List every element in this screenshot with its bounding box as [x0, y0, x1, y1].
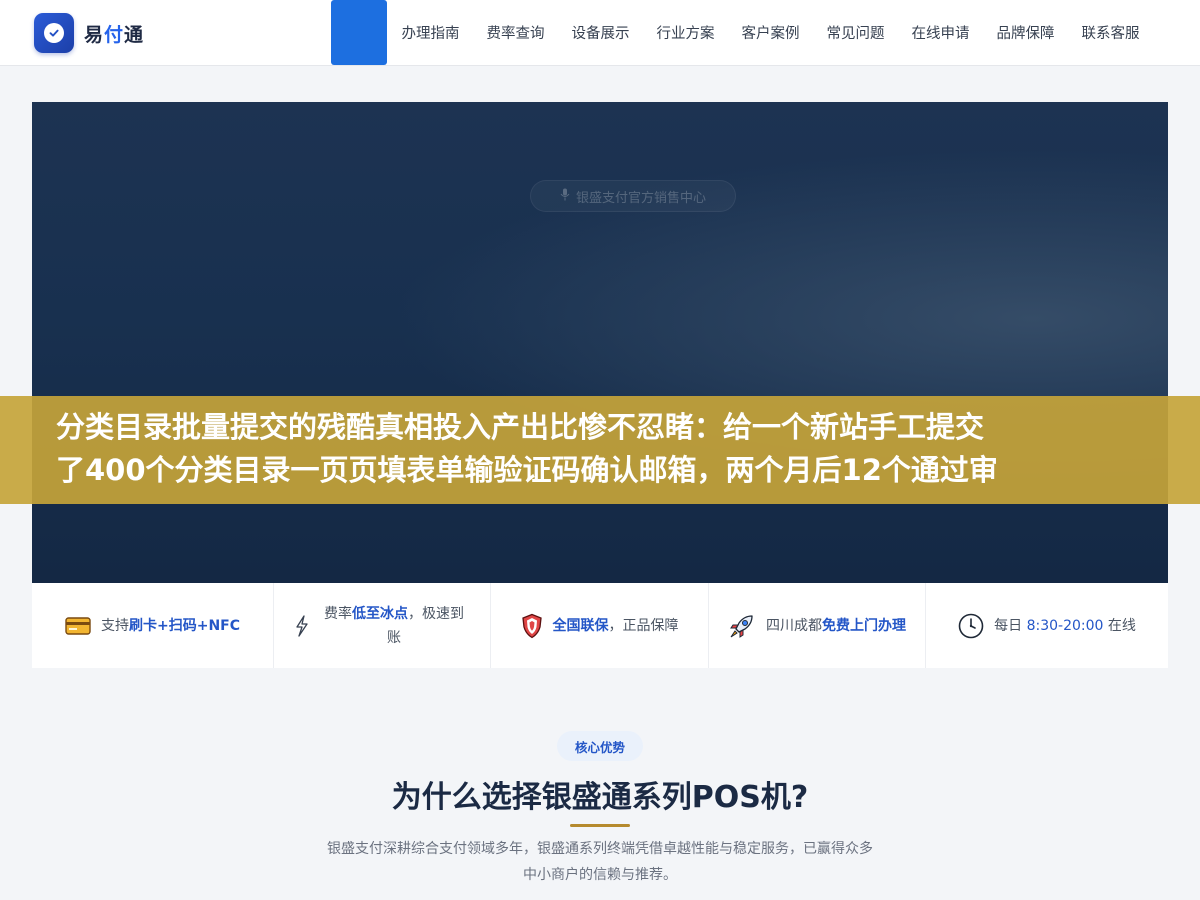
nav-item-guide[interactable]: 办理指南 [402, 22, 460, 43]
title-underline [570, 824, 630, 827]
section-title: 为什么选择银盛通系列POS机? [391, 780, 809, 815]
site-header: 易付通 办理指南 费率查询 设备展示 行业方案 客户案例 常见问题 在线申请 品… [0, 0, 1200, 66]
overlay-banner: 分类目录批量提交的残酷真相投入产出比惨不忍睹：给一个新站手工提交 了400个分类… [0, 396, 1200, 504]
microphone-icon [560, 188, 570, 204]
feature-low-rate: 费率低至冰点，极速到账 [274, 583, 491, 668]
feature-warranty: 全国联保，正品保障 [491, 583, 709, 668]
check-icon [44, 23, 64, 43]
nav-item-devices[interactable]: 设备展示 [572, 22, 630, 43]
desc-line-1: 银盛支付深耕综合支付领域多年，银盛通系列终端凭借卓越性能与稳定服务，已赢得众多 [327, 841, 873, 857]
nav-item-solutions[interactable]: 行业方案 [657, 22, 715, 43]
hero-badge-label: 银盛支付官方销售中心 [575, 190, 706, 206]
features-bar: 支持刷卡+扫码+NFC 费率低至冰点，极速到账 全国联保，正品保障 四川成都免费… [32, 583, 1168, 668]
desc-line-2: 中小商户的信赖与推荐。 [523, 867, 677, 883]
section-description: 银盛支付深耕综合支付领域多年，银盛通系列终端凭借卓越性能与稳定服务，已赢得众多 … [300, 836, 900, 888]
banner-line-1: 分类目录批量提交的残酷真相投入产出比惨不忍睹：给一个新站手工提交 [56, 410, 985, 444]
feature-online-hours: 每日 8:30-20:00 在线 [926, 583, 1168, 668]
nav-item-faq[interactable]: 常见问题 [827, 22, 885, 43]
rocket-icon [728, 612, 756, 640]
site-logo[interactable]: 易付通 [34, 13, 144, 53]
banner-text: 分类目录批量提交的残酷真相投入产出比惨不忍睹：给一个新站手工提交 了400个分类… [56, 406, 1186, 492]
nav-home-active[interactable] [331, 0, 387, 65]
feature-payment-methods: 支持刷卡+扫码+NFC [32, 583, 274, 668]
feature-onsite-service: 四川成都免费上门办理 [709, 583, 926, 668]
brand-name: 易付通 [84, 23, 145, 46]
hero-section: 银盛支付官方销售中心 [32, 102, 1168, 583]
nav-item-contact[interactable]: 联系客服 [1082, 22, 1140, 43]
nav-item-apply[interactable]: 在线申请 [912, 22, 970, 43]
credit-card-icon [65, 616, 91, 636]
lightning-icon [295, 614, 309, 637]
nav-item-guarantee[interactable]: 品牌保障 [997, 22, 1055, 43]
main-nav: 办理指南 费率查询 设备展示 行业方案 客户案例 常见问题 在线申请 品牌保障 … [388, 0, 1153, 65]
nav-item-rates[interactable]: 费率查询 [487, 22, 545, 43]
banner-line-2: 了400个分类目录一页页填表单输验证码确认邮箱，两个月后12个通过审 [56, 453, 998, 487]
shield-icon [521, 613, 543, 639]
section-tag: 核心优势 [557, 731, 643, 761]
hero-badge: 银盛支付官方销售中心 [530, 180, 736, 212]
nav-item-cases[interactable]: 客户案例 [742, 22, 800, 43]
logo-mark [34, 13, 74, 53]
clock-icon [958, 613, 984, 639]
